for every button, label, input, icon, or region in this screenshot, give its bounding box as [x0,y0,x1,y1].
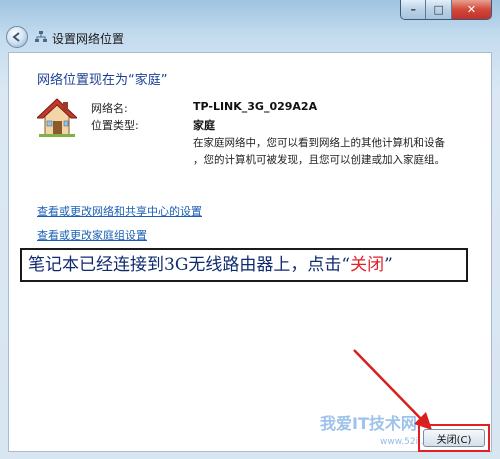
page-heading: 网络位置现在为“家庭” [37,73,168,88]
close-highlight-box: 关闭(C) [418,424,490,452]
location-type-value: 家庭 [193,119,215,132]
sharing-center-link[interactable]: 查看或更改网络和共享中心的设置 [37,203,202,219]
arrow-left-icon [12,32,20,42]
location-type-label: 位置类型: [91,119,139,132]
network-name-value: TP-LINK_3G_029A2A [193,100,318,113]
window-title: 设置网络位置 [52,32,125,46]
network-description: 在家庭网络中，您可以看到网络上的其他计算机和设备 ，您的计算机可被发现，且您可以… [193,135,483,169]
watermark-brand: 我爱IT技术网 [320,414,417,433]
callout-highlight: 关闭 [350,255,385,275]
callout-end: ” [384,255,393,275]
callout-text: 笔记本已经连接到3G无线路由器上，点击“ [28,255,351,275]
window-controls: – □ ✕ [400,0,492,20]
window-titlebar: – □ ✕ 设置网络位置 [0,0,500,50]
network-icon [35,31,47,42]
close-window-button[interactable]: ✕ [451,0,491,19]
description-line-1: 在家庭网络中，您可以看到网络上的其他计算机和设备 [193,137,445,149]
instruction-callout: 笔记本已经连接到3G无线路由器上，点击“关闭” [20,248,468,282]
homegroup-settings-link[interactable]: 查看或更改家庭组设置 [37,227,147,243]
network-name-label: 网络名: [91,102,128,115]
maximize-button[interactable]: □ [426,0,452,19]
back-button[interactable] [6,26,28,48]
close-button[interactable]: 关闭(C) [423,429,485,447]
description-line-2: ，您的计算机可被发现，且您可以创建或加入家庭组。 [193,154,445,166]
home-icon [37,98,77,137]
minimize-button[interactable]: – [401,0,427,19]
